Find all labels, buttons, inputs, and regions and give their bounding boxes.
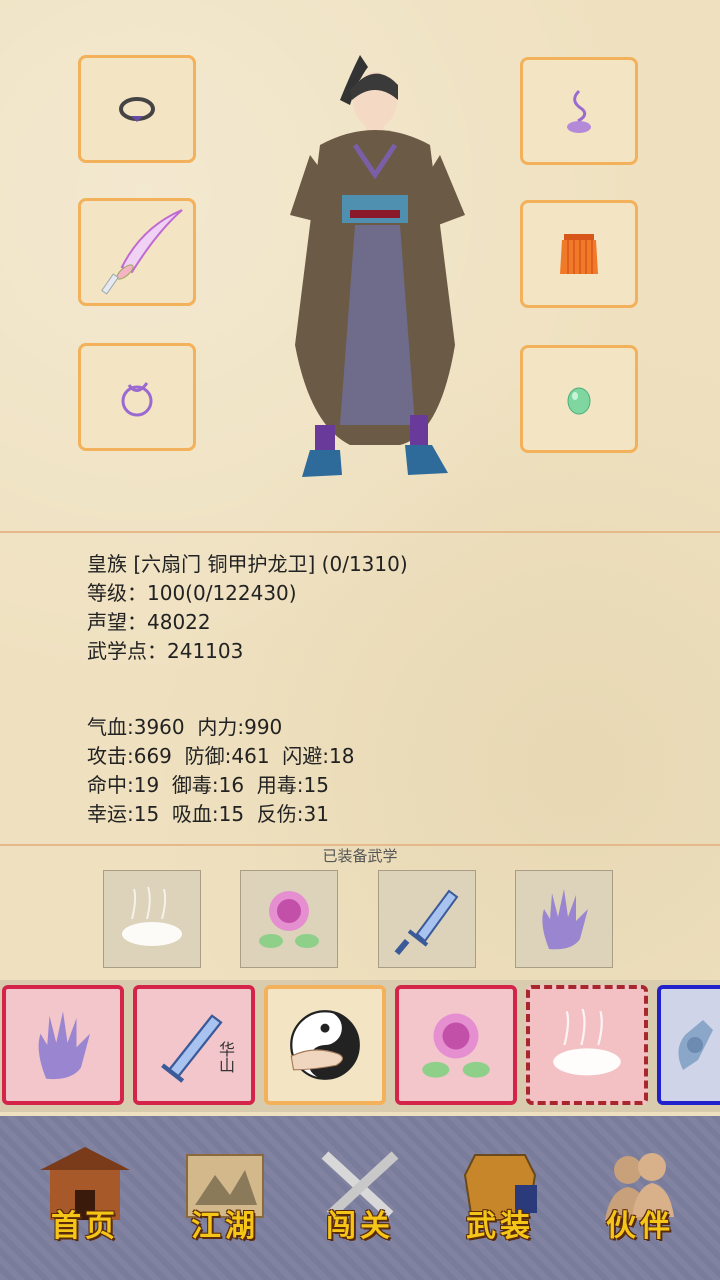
equipped-skill-huashan-sword[interactable] — [378, 870, 476, 968]
nav-jianghu-label: 江湖 — [191, 1209, 259, 1244]
nav-stages[interactable]: 闯关 — [295, 1135, 425, 1255]
taiji-skill-icon — [290, 1010, 360, 1080]
divider-top — [0, 531, 720, 533]
armor-skirt-icon — [560, 234, 598, 274]
palm-skill-icon — [542, 889, 588, 950]
incense-icon — [567, 89, 591, 133]
prestige-line: 声望：48022 — [87, 610, 211, 634]
stats-line-4: 幸运:15 吸血:15 反伤:31 — [87, 802, 329, 826]
character-portrait — [290, 55, 465, 477]
equipped-martial-arts-title: 已装备武学 — [322, 847, 398, 865]
rank-line: 皇族 [六扇门 铜甲护龙卫] (0/1310) — [87, 552, 408, 576]
palm-skill-icon — [38, 1011, 90, 1080]
nav-home-label: 首页 — [51, 1209, 119, 1244]
stats-line-1: 气血:3960 内力:990 — [87, 715, 283, 739]
equipped-skill-rose[interactable] — [240, 870, 338, 968]
equip-slot-armor[interactable] — [520, 200, 638, 308]
bracelet-icon — [121, 382, 153, 417]
skill-card-palm[interactable] — [2, 985, 124, 1105]
ring-icon — [119, 97, 155, 122]
rose-skill-icon — [259, 891, 319, 948]
skill-card-hand[interactable] — [657, 985, 720, 1105]
equipped-skill-mist[interactable] — [103, 870, 201, 968]
nav-partners[interactable]: 伙伴 — [575, 1135, 705, 1255]
equip-slot-accessory[interactable] — [520, 57, 638, 165]
sword-icon — [101, 209, 183, 295]
nav-jianghu[interactable]: 江湖 — [160, 1135, 290, 1255]
nav-home[interactable]: 首页 — [20, 1135, 150, 1255]
jade-egg-icon — [567, 387, 591, 415]
skill-card-mist[interactable] — [526, 985, 648, 1105]
equip-slot-jade[interactable] — [520, 345, 638, 453]
mist-skill-icon — [122, 886, 182, 946]
nav-stages-label: 闯关 — [326, 1209, 394, 1244]
equipped-skill-palm[interactable] — [515, 870, 613, 968]
equip-slot-weapon[interactable] — [78, 198, 196, 306]
stats-line-2: 攻击:669 防御:461 闪避:18 — [87, 744, 355, 768]
equip-slot-bracelet[interactable] — [78, 343, 196, 451]
nav-equipment-label: 武装 — [466, 1209, 534, 1244]
skill-card-taiji[interactable] — [264, 985, 386, 1105]
nav-equipment[interactable]: 武装 — [435, 1135, 565, 1255]
rose-skill-icon — [422, 1013, 490, 1078]
level-line: 等级：100(0/122430) — [87, 581, 297, 605]
huashan-sword-skill-icon — [394, 889, 459, 956]
huashan-label: 华山 — [216, 1041, 235, 1073]
equip-slot-ring[interactable] — [78, 55, 196, 163]
hand-skill-icon — [677, 1020, 713, 1070]
stats-line-3: 命中:19 御毒:16 用毒:15 — [87, 773, 329, 797]
skill-card-rose[interactable] — [395, 985, 517, 1105]
nav-partners-label: 伙伴 — [606, 1209, 674, 1244]
martial-points-line: 武学点：241103 — [87, 639, 244, 663]
skill-card-huashan-sword[interactable]: 华山 — [133, 985, 255, 1105]
mist-skill-icon — [553, 1008, 621, 1076]
